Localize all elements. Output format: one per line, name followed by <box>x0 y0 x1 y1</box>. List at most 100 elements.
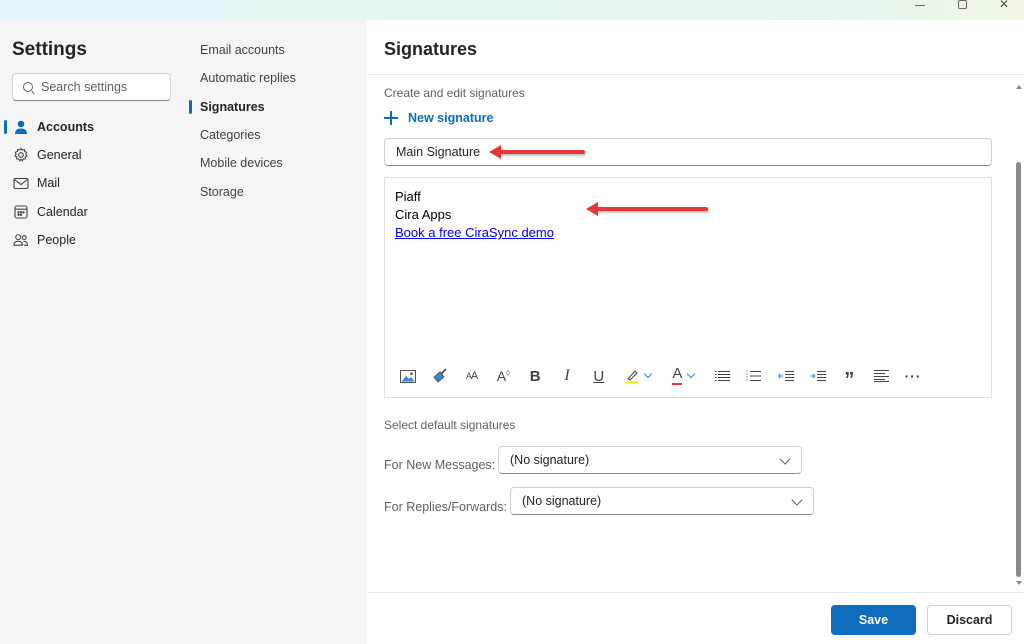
more-options-icon: ··· <box>904 368 922 384</box>
search-box[interactable] <box>12 73 171 101</box>
search-icon <box>23 82 33 92</box>
subnav-item-label: Categories <box>200 128 261 142</box>
bold-button[interactable]: B <box>522 364 548 388</box>
quote-icon: ” <box>844 369 855 391</box>
new-signature-label: New signature <box>408 111 494 125</box>
create-edit-label: Create and edit signatures <box>384 86 525 100</box>
sidebar-item-general[interactable]: General <box>0 143 180 167</box>
align-button[interactable] <box>868 364 894 388</box>
sidebar-item-label: Mail <box>37 176 60 190</box>
signature-body[interactable]: Piaff Cira Apps Book a free CiraSync dem… <box>395 188 554 242</box>
person-icon <box>13 119 29 135</box>
align-icon <box>873 370 889 382</box>
calendar-icon <box>13 204 29 220</box>
subnav-item-storage[interactable]: Storage <box>200 182 244 202</box>
decrease-indent-button[interactable] <box>773 364 799 388</box>
maximize-button[interactable] <box>942 0 982 12</box>
default-signatures-label: Select default signatures <box>384 418 516 432</box>
sidebar-item-accounts[interactable]: Accounts <box>0 115 180 139</box>
people-icon <box>13 232 29 248</box>
font-size-button[interactable]: AA <box>459 364 485 388</box>
chevron-down-icon <box>687 369 696 379</box>
sidebar-item-people[interactable]: People <box>0 228 180 252</box>
plus-icon <box>384 111 398 125</box>
subnav-item-label: Email accounts <box>200 43 285 57</box>
signature-line: Cira Apps <box>395 207 452 222</box>
insert-picture-button[interactable] <box>395 364 421 388</box>
page-title: Signatures <box>384 39 478 59</box>
sidebar-item-mail[interactable]: Mail <box>0 171 180 195</box>
increase-font-size-button[interactable]: A◊ <box>490 364 516 388</box>
scrollbar-thumb[interactable] <box>1016 162 1021 577</box>
sidebar-item-calendar[interactable]: Calendar <box>0 200 180 224</box>
increase-indent-icon <box>810 371 826 381</box>
minimize-button[interactable] <box>900 0 940 12</box>
subnav-item-label: Mobile devices <box>200 156 283 170</box>
subnav-item-automatic-replies[interactable]: Automatic replies <box>200 68 296 88</box>
format-painter-icon <box>433 368 447 383</box>
signature-link[interactable]: Book a free CiraSync demo <box>395 225 554 240</box>
insert-picture-icon <box>400 369 416 383</box>
formatting-toolbar: AA A◊ B I U A ” ··· <box>395 364 932 391</box>
scroll-down-icon[interactable] <box>1016 581 1022 585</box>
sidebar-item-label: General <box>37 148 82 162</box>
save-button[interactable]: Save <box>831 605 916 635</box>
underline-button[interactable]: U <box>586 364 612 388</box>
subnav-item-mobile-devices[interactable]: Mobile devices <box>200 153 283 173</box>
highlight-color-button[interactable] <box>618 364 658 388</box>
font-size-icon: AA <box>465 370 478 382</box>
font-color-button[interactable]: A <box>663 364 703 388</box>
new-messages-value: (No signature) <box>510 453 590 467</box>
quote-button[interactable]: ” <box>836 364 862 391</box>
title-bar: ✕ <box>0 0 1024 20</box>
accounts-subnav: Email accounts Automatic replies Signatu… <box>187 20 367 644</box>
more-options-button[interactable]: ··· <box>900 364 926 388</box>
selection-indicator <box>189 100 192 114</box>
subnav-item-label: Automatic replies <box>200 71 296 85</box>
bullets-button[interactable] <box>709 364 735 388</box>
settings-title: Settings <box>12 39 87 60</box>
divider <box>367 74 1024 75</box>
close-button[interactable]: ✕ <box>984 0 1024 12</box>
underline-icon: U <box>593 367 605 385</box>
subnav-item-label: Signatures <box>200 100 265 114</box>
annotation-arrow <box>489 145 585 159</box>
sidebar-item-label: Accounts <box>37 120 94 134</box>
format-painter-button[interactable] <box>427 364 453 388</box>
close-icon: ✕ <box>998 0 1010 11</box>
signatures-panel: Signatures Create and edit signatures Ne… <box>367 20 1024 644</box>
new-messages-label: For New Messages: <box>384 458 496 472</box>
gear-icon <box>13 147 29 163</box>
increase-font-size-icon: A◊ <box>496 368 511 384</box>
subnav-item-email-accounts[interactable]: Email accounts <box>200 40 285 60</box>
new-messages-dropdown[interactable]: (No signature) <box>498 446 802 474</box>
signature-name-input[interactable] <box>396 145 991 159</box>
subnav-item-signatures[interactable]: Signatures <box>200 97 265 117</box>
minimize-icon <box>915 4 925 6</box>
signature-name-field[interactable] <box>384 138 992 166</box>
scrollbar[interactable] <box>1012 75 1024 592</box>
subnav-item-categories[interactable]: Categories <box>200 125 260 145</box>
annotation-arrow <box>586 202 708 216</box>
replies-forwards-value: (No signature) <box>522 494 602 508</box>
font-color-icon: A <box>672 366 683 385</box>
signature-line: Piaff <box>395 189 421 204</box>
new-signature-button[interactable]: New signature <box>384 111 493 125</box>
chevron-down-icon <box>779 453 791 465</box>
chevron-down-icon <box>791 494 803 506</box>
numbering-button[interactable] <box>741 364 767 388</box>
chevron-down-icon <box>643 369 653 379</box>
scroll-up-icon[interactable] <box>1016 85 1022 89</box>
replies-forwards-dropdown[interactable]: (No signature) <box>510 487 814 515</box>
search-input[interactable] <box>41 80 161 94</box>
sidebar-item-label: People <box>37 233 76 247</box>
increase-indent-button[interactable] <box>805 364 831 388</box>
subnav-item-label: Storage <box>200 185 244 199</box>
italic-button[interactable]: I <box>554 364 580 388</box>
discard-button[interactable]: Discard <box>927 605 1012 635</box>
bold-icon: B <box>529 367 541 385</box>
selection-indicator <box>4 120 7 134</box>
sidebar-item-label: Calendar <box>37 205 88 219</box>
maximize-icon <box>957 0 967 9</box>
decrease-indent-icon <box>777 371 794 381</box>
